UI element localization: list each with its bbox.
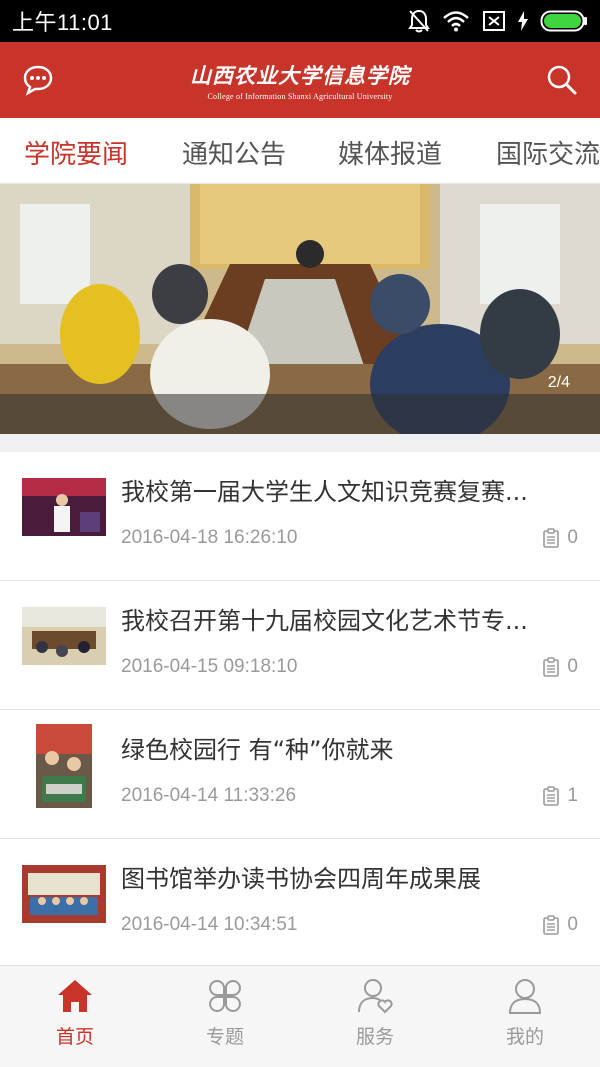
clipboard-icon: [543, 657, 560, 677]
news-item[interactable]: 我校召开第十九届校园文化艺术节专... 2016-04-15 09:18:10 …: [0, 581, 600, 710]
college-name-en: College of Information Shanxi Agricultur…: [207, 91, 393, 101]
news-title: 图书馆举办读书协会四周年成果展: [121, 865, 481, 893]
chat-bubble-icon[interactable]: [22, 64, 54, 96]
status-time: 上午11:01: [12, 10, 113, 35]
clover-icon: [209, 980, 241, 1012]
nav-profile[interactable]: 我的: [450, 966, 600, 1067]
status-bar: 上午11:01: [0, 0, 600, 42]
profile-icon: [508, 979, 542, 1014]
nav-home[interactable]: 首页: [0, 966, 150, 1067]
wifi-icon: [443, 11, 469, 32]
news-item[interactable]: 图书馆举办读书协会四周年成果展 2016-04-14 10:34:51 0: [0, 839, 600, 968]
comment-count: 0: [543, 914, 578, 936]
comment-count: 1: [543, 785, 578, 807]
news-date: 2016-04-18 16:26:10: [121, 527, 298, 548]
comment-count-value: 0: [567, 527, 578, 548]
comment-count-value: 0: [567, 656, 578, 677]
bell-muted-icon: [408, 9, 430, 33]
college-name-cn: 山西农业大学信息学院: [190, 62, 410, 88]
news-item[interactable]: 我校第一届大学生人文知识竞赛复赛... 2016-04-18 16:26:10 …: [0, 452, 600, 581]
no-sim-icon: [483, 11, 505, 31]
news-title: 我校第一届大学生人文知识竞赛复赛...: [121, 478, 528, 506]
nav-topics[interactable]: 专题: [150, 966, 300, 1067]
nav-profile-label: 我的: [505, 1026, 544, 1048]
news-thumbnail: [22, 607, 106, 665]
news-thumbnail: [36, 724, 92, 808]
comment-count-value: 0: [567, 914, 578, 935]
news-thumbnail: [22, 865, 106, 923]
comment-count: 0: [543, 527, 578, 549]
carousel-counter: 2/4: [547, 374, 570, 391]
clipboard-icon: [543, 786, 560, 806]
meeting-room-photo: [0, 184, 600, 434]
home-icon: [58, 980, 92, 1012]
news-list: 我校第一届大学生人文知识竞赛复赛... 2016-04-18 16:26:10 …: [0, 452, 600, 968]
tab-college-news[interactable]: 学院要闻: [24, 134, 128, 171]
clipboard-icon: [543, 915, 560, 935]
charging-icon: [518, 11, 528, 31]
news-title: 我校召开第十九届校园文化艺术节专...: [121, 607, 528, 635]
college-logo: 山西农业大学信息学院 College of Information Shanxi…: [190, 60, 410, 101]
nav-services[interactable]: 服务: [300, 966, 450, 1067]
comment-count-value: 1: [567, 785, 578, 806]
battery-icon: [540, 10, 587, 32]
clipboard-icon: [543, 528, 560, 548]
news-date: 2016-04-14 10:34:51: [121, 914, 298, 935]
news-date: 2016-04-15 09:18:10: [121, 656, 298, 677]
search-icon[interactable]: [546, 64, 578, 96]
category-tabs: 学院要闻 通知公告 媒体报道 国际交流: [0, 118, 600, 184]
user-heart-icon: [358, 979, 393, 1014]
comment-count: 0: [543, 656, 578, 678]
nav-topics-label: 专题: [205, 1026, 244, 1048]
tab-international[interactable]: 国际交流: [496, 134, 600, 171]
news-date: 2016-04-14 11:33:26: [121, 785, 297, 806]
section-divider: [0, 434, 600, 452]
status-icons: [408, 9, 588, 33]
nav-services-label: 服务: [355, 1026, 394, 1048]
banner-carousel[interactable]: 2/4: [0, 184, 600, 434]
news-item[interactable]: 绿色校园行 有“种”你就来 2016-04-14 11:33:26 1: [0, 710, 600, 839]
tab-notices[interactable]: 通知公告: [182, 134, 286, 171]
app-header: 山西农业大学信息学院 College of Information Shanxi…: [0, 42, 600, 118]
news-thumbnail: [22, 478, 106, 536]
bottom-navigation: 首页 专题 服务 我的: [0, 965, 600, 1067]
nav-home-label: 首页: [55, 1026, 94, 1048]
news-title: 绿色校园行 有“种”你就来: [121, 736, 394, 764]
tab-media-reports[interactable]: 媒体报道: [338, 134, 442, 171]
